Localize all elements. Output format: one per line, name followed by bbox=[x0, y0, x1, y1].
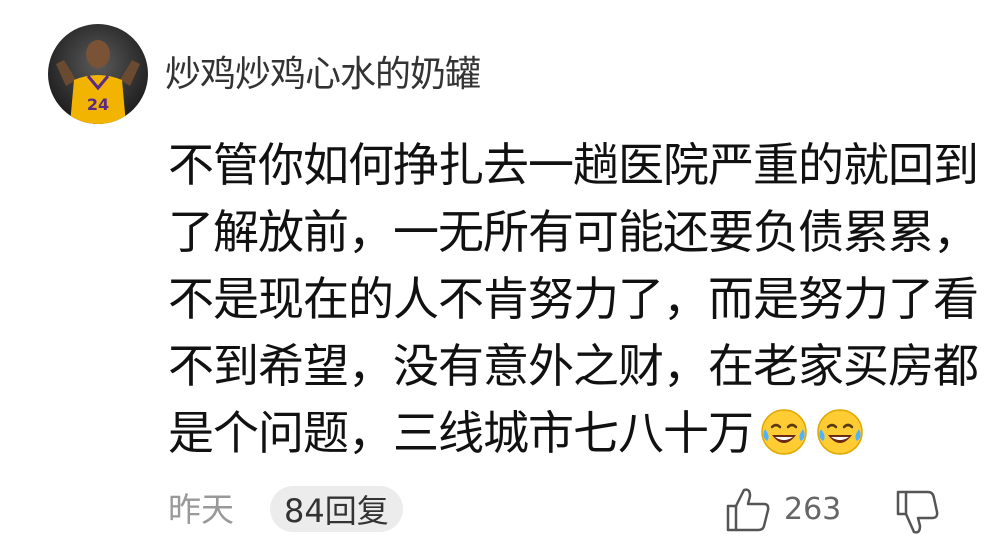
reply-button[interactable]: 84回复 bbox=[270, 486, 403, 532]
thumbs-up-icon[interactable] bbox=[724, 486, 772, 532]
username[interactable]: 炒鸡炒鸡心水的奶罐 bbox=[165, 50, 481, 100]
user-avatar[interactable]: 24 bbox=[48, 24, 148, 124]
comment-date: 昨天 bbox=[168, 490, 234, 529]
svg-text:24: 24 bbox=[87, 95, 109, 114]
comment-footer: 昨天 84回复 263 bbox=[0, 486, 1000, 536]
comment-line-text: 是个问题，三线城市七八十万 bbox=[168, 406, 754, 460]
comment-line: 不管你如何挣扎去一趟医院严重的就回到 bbox=[168, 138, 979, 192]
avatar-image: 24 bbox=[48, 24, 148, 124]
like-count: 263 bbox=[784, 492, 842, 527]
comment-line: 了解放前，一无所有可能还要负债累累， bbox=[168, 205, 979, 259]
comment-line: 不到希望，没有意外之财，在老家买房都 bbox=[168, 339, 979, 393]
comment-line: 不是现在的人不肯努力了，而是努力了看 bbox=[168, 272, 979, 326]
laughing-tears-emoji-icon bbox=[761, 409, 807, 455]
comment-text: 不管你如何挣扎去一趟医院严重的就回到 了解放前，一无所有可能还要负债累累， 不是… bbox=[168, 132, 979, 467]
thumbs-down-icon[interactable] bbox=[894, 490, 940, 534]
comment-line-last: 是个问题，三线城市七八十万 bbox=[168, 400, 968, 467]
laughing-tears-emoji-icon bbox=[817, 409, 863, 455]
